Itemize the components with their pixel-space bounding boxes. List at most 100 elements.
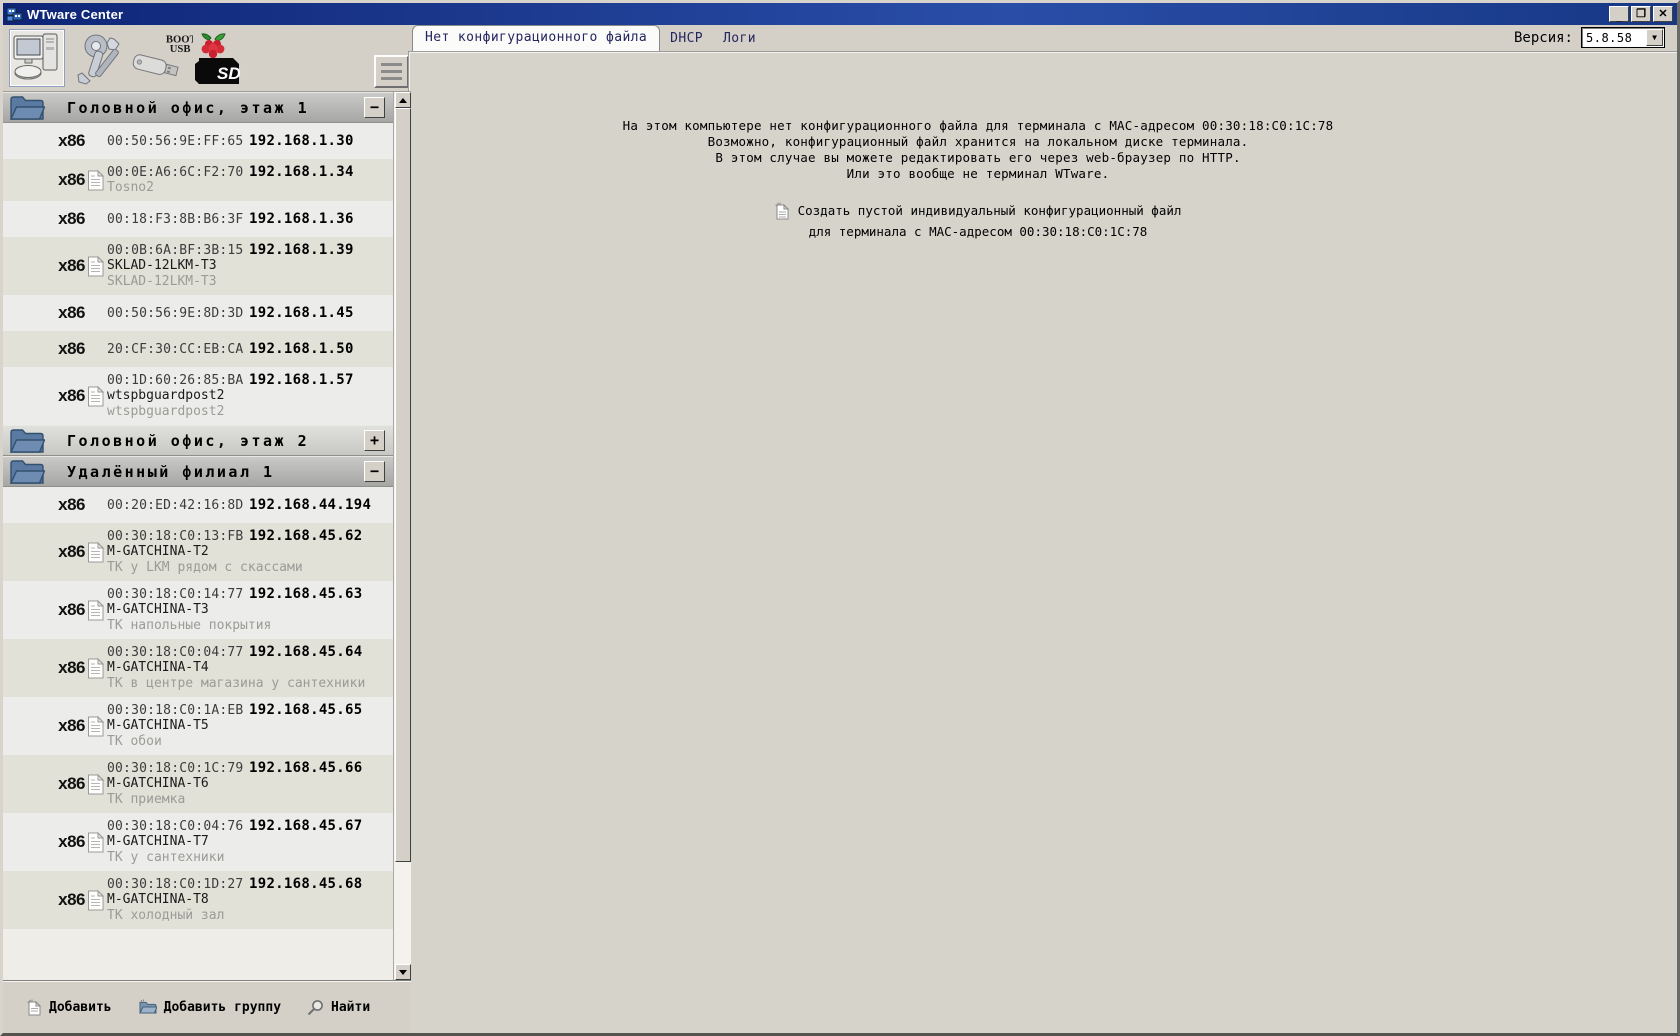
terminal-arch: x86 [3,774,85,794]
create-config-link[interactable]: Создать пустой индивидуальный конфигурац… [409,202,1677,240]
terminal-row[interactable]: x8600:30:18:C0:1C:79192.168.45.66M-GATCH… [3,755,393,813]
group-title: Головной офис, этаж 1 [67,99,309,117]
terminal-row[interactable]: x8600:0B:6A:BF:3B:15192.168.1.39SKLAD-12… [3,237,393,295]
terminal-row[interactable]: x8600:30:18:C0:13:FB192.168.45.62M-GATCH… [3,523,393,581]
app-window: WTware Center _ ❐ ✕ [0,0,1680,1036]
scroll-up-button[interactable] [395,92,411,108]
find-button[interactable]: Найти [307,999,370,1016]
terminal-arch: x86 [3,832,85,852]
terminal-row[interactable]: x8600:0E:A6:6C:F2:70192.168.1.34Tosno2 [3,159,393,201]
add-group-label: Добавить группу [164,1000,281,1015]
folder-icon [9,428,45,454]
terminal-name: SKLAD-12LKM-T3 [107,258,393,274]
boot-usb-button[interactable]: BOOT USB [131,29,193,87]
terminal-row[interactable]: x8600:50:56:9E:FF:65192.168.1.30 [3,123,393,159]
terminal-row[interactable]: x8600:30:18:C0:1A:EB192.168.45.65M-GATCH… [3,697,393,755]
new-file-icon [27,999,42,1016]
sidebar-scrollbar [393,91,411,980]
terminal-row[interactable]: x8600:30:18:C0:14:77192.168.45.63M-GATCH… [3,581,393,639]
add-group-button[interactable]: Добавить группу [138,999,281,1015]
maximize-button[interactable]: ❐ [1631,6,1651,22]
terminal-arch: x86 [3,716,85,736]
scroll-down-button[interactable] [395,964,411,980]
version-select[interactable]: 5.8.58 ▼ [1581,27,1665,48]
group-title: Удалённый филиал 1 [67,463,275,481]
group-header[interactable]: Головной офис, этаж 2+ [3,425,393,456]
terminal-row[interactable]: x8620:CF:30:CC:EB:CA192.168.1.50 [3,331,393,367]
terminal-description: ТК напольные покрытия [107,618,393,634]
app-icon [7,6,23,22]
terminal-ip: 192.168.45.64 [249,644,362,660]
terminal-arch: x86 [3,170,85,190]
folder-icon [9,95,45,121]
terminals-view-button[interactable] [9,29,65,87]
terminal-row[interactable]: x8600:20:ED:42:16:8D192.168.44.194 [3,487,393,523]
version-value: 5.8.58 [1582,31,1646,45]
terminal-row[interactable]: x8600:30:18:C0:04:76192.168.45.67M-GATCH… [3,813,393,871]
terminal-name: M-GATCHINA-T8 [107,892,393,908]
config-file-icon [85,600,107,621]
arrow-down-icon [399,970,407,975]
terminal-description: wtspbguardpost2 [107,404,393,420]
terminal-name: wtspbguardpost2 [107,388,393,404]
terminal-row[interactable]: x8600:18:F3:8B:B6:3F192.168.1.36 [3,201,393,237]
add-terminal-button[interactable]: Добавить [27,999,112,1016]
terminal-arch: x86 [3,386,85,406]
version-label: Версия: [1514,30,1573,46]
titlebar: WTware Center _ ❐ ✕ [3,3,1677,25]
collapse-group-button[interactable]: − [364,97,385,118]
chevron-down-icon[interactable]: ▼ [1646,29,1663,46]
terminal-row[interactable]: x8600:50:56:9E:8D:3D192.168.1.45 [3,295,393,331]
menu-button[interactable] [374,55,409,88]
terminal-mac: 00:30:18:C0:1D:27 [107,877,249,892]
terminal-ip: 192.168.1.36 [249,211,354,227]
message-line: Возможно, конфигурационный файл хранится… [409,134,1547,150]
tab-логи[interactable]: Логи [713,27,766,51]
config-file-icon [85,542,107,563]
terminal-arch: x86 [3,890,85,910]
tab-dhcp[interactable]: DHCP [660,27,713,51]
terminal-row[interactable]: x8600:1D:60:26:85:BA192.168.1.57wtspbgua… [3,367,393,425]
terminal-ip: 192.168.1.57 [249,372,354,388]
terminal-row[interactable]: x8600:30:18:C0:04:77192.168.45.64M-GATCH… [3,639,393,697]
terminal-description: ТК у LKM рядом с скассами [107,560,393,576]
minimize-button[interactable]: _ [1609,6,1629,22]
version-box: Версия: 5.8.58 ▼ [1514,27,1665,48]
terminal-arch: x86 [3,209,85,229]
terminal-row[interactable]: x8600:30:18:C0:1D:27192.168.45.68M-GATCH… [3,871,393,929]
arrow-up-icon [399,98,407,103]
boot-usb-icon: BOOT USB [131,31,193,85]
sd-card-button[interactable]: SD [195,31,247,87]
expand-group-button[interactable]: + [364,430,385,451]
terminal-arch: x86 [3,600,85,620]
group-header[interactable]: Головной офис, этаж 1 − [3,92,393,123]
tab-strip: Нет конфигурационного файлаDHCPЛоги Верс… [408,25,1677,51]
group-header[interactable]: Удалённый филиал 1 − [3,456,393,487]
terminal-name: M-GATCHINA-T5 [107,718,393,734]
terminal-arch: x86 [3,131,85,151]
close-button[interactable]: ✕ [1653,6,1673,22]
config-file-icon [85,386,107,407]
terminal-arch: x86 [3,495,85,515]
collapse-group-button[interactable]: − [364,461,385,482]
terminal-mac: 00:30:18:C0:1A:EB [107,703,249,718]
tab-no-config-file[interactable]: Нет конфигурационного файла [412,25,660,51]
terminal-description: ТК в центре магазина у сантехники [107,676,393,692]
terminal-description: Tosno2 [107,180,393,196]
terminal-ip: 192.168.45.67 [249,818,362,834]
settings-tools-button[interactable] [71,31,127,87]
create-config-line2: для терминала с MAC-адресом 00:30:18:C0:… [409,224,1547,240]
config-file-icon [85,716,107,737]
add-terminal-label: Добавить [49,1000,112,1015]
config-file-icon [85,658,107,679]
terminal-name: M-GATCHINA-T4 [107,660,393,676]
terminal-description: ТК у сантехники [107,850,393,866]
terminal-arch: x86 [3,256,85,276]
sd-card-icon: SD [195,32,247,86]
config-file-icon [85,774,107,795]
find-label: Найти [331,1000,370,1015]
config-file-icon [85,890,107,911]
terminal-ip: 192.168.1.39 [249,242,354,258]
scrollbar-thumb[interactable] [395,108,411,862]
terminal-ip: 192.168.45.62 [249,528,362,544]
